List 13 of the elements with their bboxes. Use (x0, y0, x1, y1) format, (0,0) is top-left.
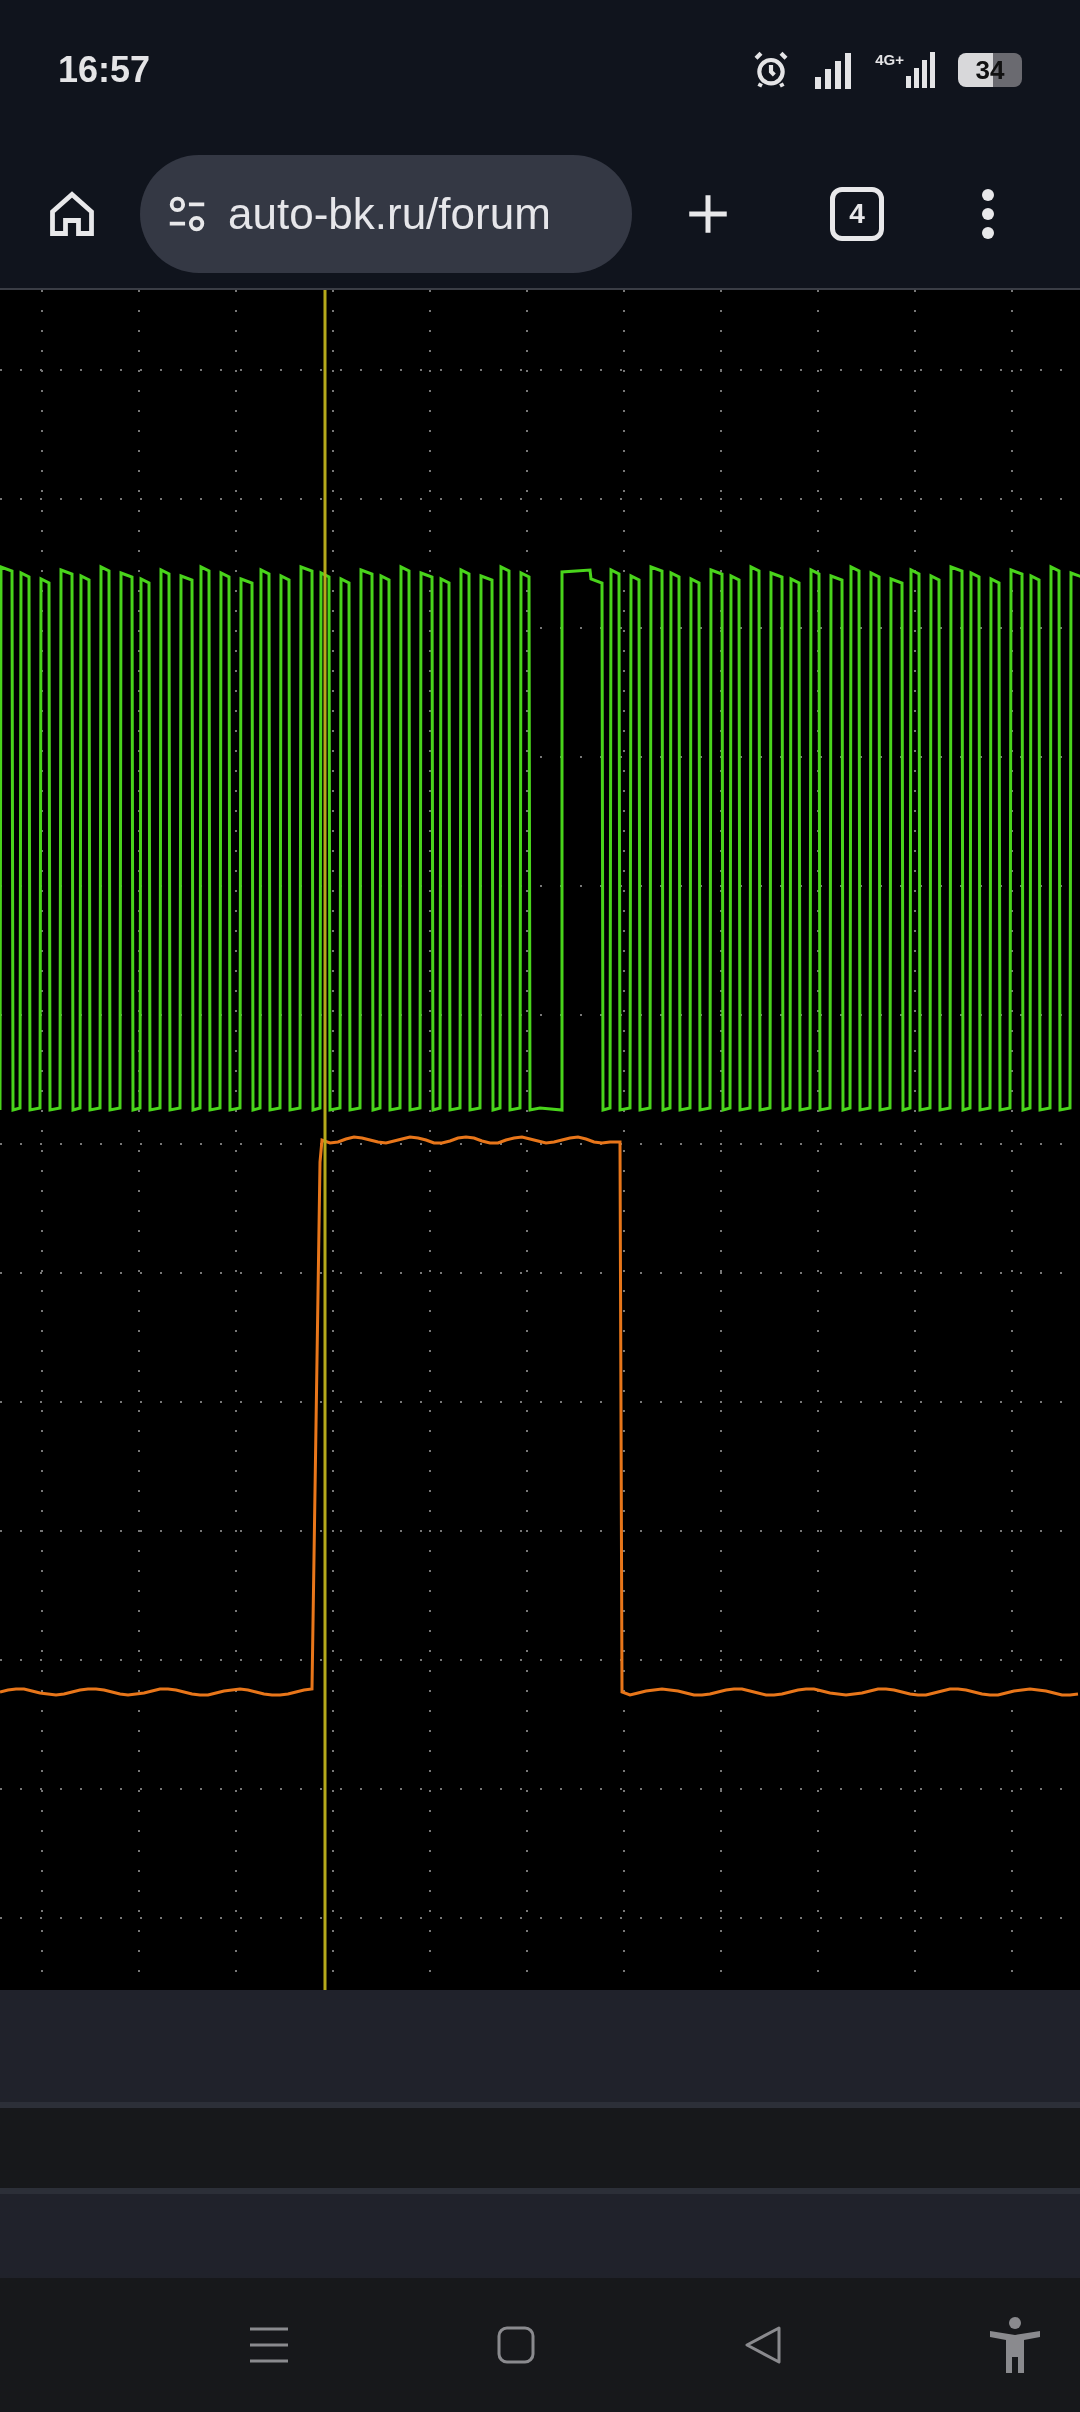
clock-time: 16:57 (58, 48, 151, 92)
more-menu-icon[interactable] (980, 189, 996, 239)
accessibility-icon[interactable] (990, 2317, 1040, 2373)
menu-icon[interactable] (250, 2327, 288, 2363)
back-icon[interactable] (744, 2326, 781, 2364)
battery-indicator: 34 (958, 53, 1022, 87)
home-square-icon[interactable] (497, 2326, 536, 2364)
signal-icon (906, 52, 936, 88)
tab-switcher-button[interactable]: 4 (830, 187, 884, 241)
network-type-label: 4G+ (875, 52, 904, 67)
signal-icon (813, 51, 854, 89)
url-text: auto-bk.ru/forum (228, 188, 551, 240)
address-bar[interactable]: auto-bk.ru/forum (140, 155, 632, 273)
